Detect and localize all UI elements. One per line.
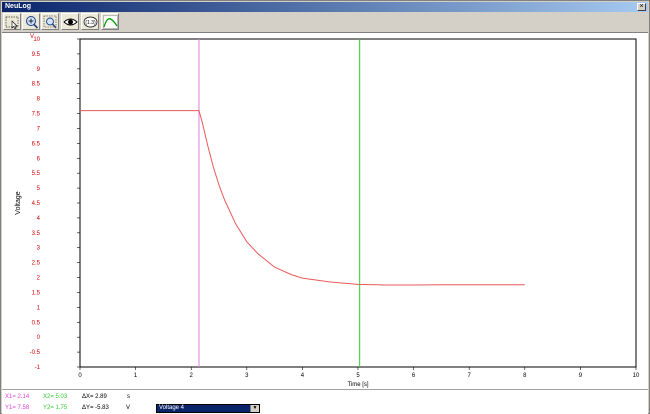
- y-tick-label: 3.5: [32, 231, 41, 237]
- show-values-label: (1.3): [85, 20, 96, 26]
- magnifier-fit-icon: [43, 15, 57, 29]
- y-tick-label: 0: [37, 335, 41, 341]
- cursor1-y-readout: Y1= 7.58: [5, 405, 30, 411]
- y-axis-unit: V: [30, 34, 34, 40]
- x-tick-label: 6: [412, 373, 416, 379]
- delta-x-readout: ΔX= 2.89: [82, 394, 107, 400]
- x-tick-label: 5: [356, 373, 360, 379]
- y-tick-label: 10: [33, 37, 40, 43]
- sensor-select[interactable]: Voltage 4 ▼: [156, 404, 260, 413]
- arrow-select-icon: [5, 16, 19, 29]
- cursor2-x-readout: X2= 5.03: [43, 394, 68, 400]
- y-axis-ticks: -1 -0.5 0 0.5 1 1.5 2 2.5 3 3.5 4 4.5 5 5.5 6 6.5 7 7.5 8 8…: [30, 37, 80, 371]
- curve-icon: [103, 15, 118, 29]
- y-tick-label: 2: [37, 276, 41, 282]
- voltage-chart[interactable]: -1 -0.5 0 0.5 1 1.5 2 2.5 3 3.5 4 4.5 5 5.5 6 6.5 7 7.5 8 8…: [2, 33, 648, 389]
- y-tick-label: 9.5: [32, 52, 41, 58]
- plot-area[interactable]: [79, 38, 637, 368]
- x-tick-label: 1: [134, 373, 138, 379]
- select-tool-button[interactable]: [3, 13, 21, 30]
- y-tick-label: 4: [37, 216, 41, 222]
- close-icon: ×: [639, 3, 644, 10]
- eye-icon: [63, 18, 78, 26]
- x-unit-label: s: [127, 394, 130, 400]
- y-tick-label: 3: [37, 246, 41, 252]
- zoom-in-button[interactable]: [22, 13, 40, 30]
- y-tick-label: 6.5: [32, 141, 41, 147]
- x-axis-ticks: 0 1 2 3 4 5 6 7 8 9 10: [78, 367, 640, 379]
- y-tick-label: -0.5: [30, 350, 41, 356]
- x-tick-label: 4: [301, 373, 305, 379]
- title-bar: NeuLog ×: [2, 2, 648, 12]
- cursor1-x-readout: X1= 2.14: [5, 394, 30, 400]
- x-axis-label: Time [s]: [347, 382, 368, 388]
- delta-y-readout: ΔY= -5.83: [82, 405, 109, 411]
- x-tick-label: 3: [245, 373, 249, 379]
- y-tick-label: 5: [37, 186, 41, 192]
- window-title: NeuLog: [5, 3, 32, 10]
- y-tick-label: 1: [37, 305, 41, 311]
- y-tick-label: 8.5: [32, 82, 41, 88]
- y-tick-label: 1.5: [32, 290, 41, 296]
- y-tick-label: 5.5: [32, 171, 41, 177]
- y-tick-label: 2.5: [32, 261, 41, 267]
- app-window: NeuLog × (1.3) -1 -0.5 0 0.5 1 1.5 2 2.5…: [0, 0, 650, 414]
- y-tick-label: 8: [37, 97, 41, 103]
- y-tick-label: 7.5: [32, 112, 41, 118]
- chevron-down-icon[interactable]: ▼: [250, 405, 259, 412]
- x-tick-label: 7: [468, 373, 472, 379]
- zoom-fit-button[interactable]: [41, 13, 59, 30]
- y-tick-label: 9: [37, 67, 41, 73]
- y-tick-label: 4.5: [32, 201, 41, 207]
- x-tick-label: 2: [190, 373, 194, 379]
- cursor2-y-readout: Y2= 1.75: [43, 405, 68, 411]
- y-tick-label: 6: [37, 156, 41, 162]
- graph-panel: -1 -0.5 0 0.5 1 1.5 2 2.5 3 3.5 4 4.5 5 5.5 6 6.5 7 7.5 8 8…: [2, 32, 648, 389]
- y-tick-label: 7: [37, 126, 41, 132]
- status-bar: X1= 2.14 Y1= 7.58 X2= 5.03 Y2= 1.75 ΔX= …: [2, 389, 648, 414]
- y-tick-label: -1: [35, 365, 41, 371]
- x-tick-label: 0: [78, 373, 82, 379]
- x-tick-label: 9: [579, 373, 583, 379]
- curve-fit-button[interactable]: [101, 13, 119, 30]
- value-marker-icon: (1.3): [83, 16, 98, 28]
- x-tick-label: 8: [523, 373, 527, 379]
- y-tick-label: 0.5: [32, 320, 41, 326]
- toolbar: (1.3): [1, 12, 649, 32]
- y-axis-label: Voltage: [15, 191, 22, 214]
- close-button[interactable]: ×: [637, 3, 646, 11]
- sensor-select-value: Voltage 4: [159, 405, 185, 411]
- y-unit-label: V: [126, 405, 131, 411]
- x-tick-label: 10: [633, 373, 640, 379]
- show-values-button[interactable]: (1.3): [81, 13, 99, 30]
- view-button[interactable]: [61, 13, 79, 30]
- magnifier-plus-icon: [26, 16, 39, 29]
